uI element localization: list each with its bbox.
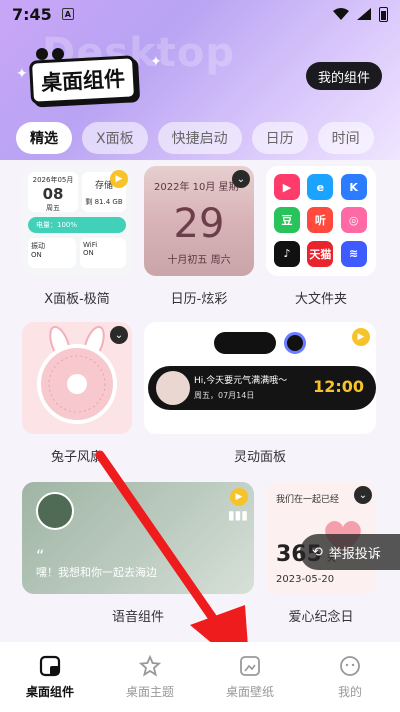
sparkle-icon: ✦ [16, 66, 28, 82]
widget-folder-label: 大文件夹 [294, 292, 347, 307]
k-app-icon: K [340, 174, 367, 200]
dynamic-date: 周五，07月14日 [194, 391, 255, 400]
browser-app-icon: e [307, 174, 334, 200]
nav-label: 我的 [337, 684, 362, 699]
xp-vibrate-cell[interactable]: 振动 ON [28, 238, 76, 268]
voice-quote: “ [36, 546, 45, 565]
cal-day: 29 [173, 201, 225, 247]
love-title: 我们在一起已经 [276, 495, 340, 505]
logo-title: 桌面组件 [28, 55, 138, 105]
widget-app-folder[interactable]: ▶ e K 豆听 ◎ ♪ 天猫 ≋ [266, 166, 376, 276]
nav-label: 桌面组件 [25, 684, 74, 699]
logo-eye-icon [36, 48, 48, 60]
widget-fan-label: 兔子风扇 [50, 450, 103, 465]
chevron-down-icon: ⌄ [110, 326, 128, 344]
nav-desktop-theme[interactable]: 桌面主题 [100, 642, 200, 712]
my-widgets-button[interactable]: 我的组件 [305, 62, 382, 90]
wifi-icon [333, 8, 349, 20]
nav-label: 桌面主题 [125, 684, 174, 699]
ring-app-icon: ◎ [340, 207, 367, 234]
chevron-down-icon: ⌄ [232, 170, 250, 188]
xp-weekday: 周五 [46, 204, 60, 212]
xp-date-cell: 2026年05月 08 周五 [28, 172, 78, 212]
dynamic-clock: 12:00 [313, 377, 364, 396]
widget-dynamic-panel[interactable]: Hi,今天要元气满满哦～ 周五，07月14日 12:00 ▶ [144, 322, 376, 434]
widget-calendar-label: 日历-炫彩 [170, 292, 228, 307]
nav-desktop-wallpaper[interactable]: 桌面壁纸 [200, 642, 300, 712]
video-badge-icon: ▶ [230, 488, 248, 506]
dynamic-island-pill [214, 332, 276, 354]
bottom-nav: 桌面组件 桌面主题 桌面壁纸 我的 [0, 642, 400, 712]
app-logo: 桌面组件 ✦ ✦ [16, 48, 162, 105]
avatar [156, 371, 190, 405]
sparkle-icon: ✦ [150, 54, 162, 70]
tab-quick-launch[interactable]: 快捷启动 [157, 122, 242, 154]
tmall-app-icon: 天猫 [307, 240, 334, 267]
swirl-app-icon: ≋ [340, 240, 367, 267]
video-badge-icon: ▶ [352, 328, 370, 346]
battery-icon [379, 6, 388, 22]
report-label: 举报投诉 [328, 546, 381, 562]
xp-battery-bar: 电量：100% [28, 217, 126, 233]
tab-featured[interactable]: 精选 [16, 122, 72, 154]
widget-voice[interactable]: ▮▮▮ “ 嘿！我想和你一起去海边 ▶ [22, 482, 254, 594]
video-app-icon: ▶ [274, 174, 300, 200]
wallpaper-icon [240, 655, 260, 676]
nav-desktop-widgets[interactable]: 桌面组件 [0, 642, 100, 712]
smiley-icon [340, 655, 360, 676]
xp-date: 2026年05月 [32, 176, 74, 184]
widget-calendar[interactable]: 2022年 10月 星期 29 十月初五 周六 ⌄ [144, 166, 254, 276]
widget-x-panel[interactable]: 2026年05月 08 周五 存储 剩 81.4 GB 电量：100% 振动 O… [22, 166, 132, 276]
listen-app-icon: 听 [307, 207, 334, 234]
tab-calendar[interactable]: 日历 [251, 122, 308, 154]
tab-x-panel[interactable]: X面板 [82, 122, 148, 154]
widget-rabbit-fan[interactable]: ⌄ [22, 322, 132, 434]
star-theme-icon [139, 654, 161, 677]
signal-icon [357, 8, 371, 20]
widget-voice-label: 语音组件 [111, 610, 164, 625]
chevron-down-icon: ⌄ [354, 486, 372, 504]
dynamic-island-dot [284, 332, 306, 354]
xp-vibrate: 振动 [31, 242, 45, 250]
dynamic-banner: Hi,今天要元气满满哦～ 周五，07月14日 12:00 [148, 366, 376, 410]
xp-wifi-state: ON [83, 249, 94, 257]
xp-vibrate-state: ON [31, 251, 42, 259]
xp-wifi: WiFi [83, 241, 98, 249]
category-tabs: 精选 X面板 快捷启动 日历 时间 [16, 122, 374, 154]
widget-x-panel-label: X面板-极简 [44, 292, 110, 307]
widget-love-label: 爱心纪念日 [288, 610, 354, 625]
nav-mine[interactable]: 我的 [300, 642, 400, 712]
notification-app-icon: A [61, 8, 74, 20]
xp-day: 08 [42, 185, 64, 203]
voice-text: 嘿！我想和你一起去海边 [36, 566, 157, 579]
status-time: 7:45 [12, 4, 52, 24]
widget-icon [39, 655, 61, 676]
status-bar: 7:45 A [0, 0, 400, 28]
tab-time[interactable]: 时间 [317, 122, 374, 154]
report-icon: ⟲ [312, 544, 323, 560]
widget-dynamic-label: 灵动面板 [233, 450, 286, 465]
audio-wave-icon: ▮▮▮ [228, 508, 248, 522]
report-button[interactable]: ⟲ 举报投诉 [300, 534, 400, 570]
cal-lunar: 十月初五 周六 [167, 255, 231, 266]
tiktok-app-icon: ♪ [274, 240, 300, 267]
nav-label: 桌面壁纸 [225, 684, 274, 699]
love-date: 2023-05-20 [276, 574, 335, 585]
xp-storage-value: 剩 81.4 GB [85, 198, 123, 206]
bean-app-icon: 豆 [274, 207, 300, 234]
video-badge-icon: ▶ [110, 170, 128, 188]
dynamic-message: Hi,今天要元气满满哦～ [194, 376, 288, 386]
xp-wifi-cell[interactable]: WiFi ON [80, 238, 126, 268]
xp-battery-text: 电量：100% [36, 221, 78, 229]
voice-avatar [36, 492, 74, 530]
